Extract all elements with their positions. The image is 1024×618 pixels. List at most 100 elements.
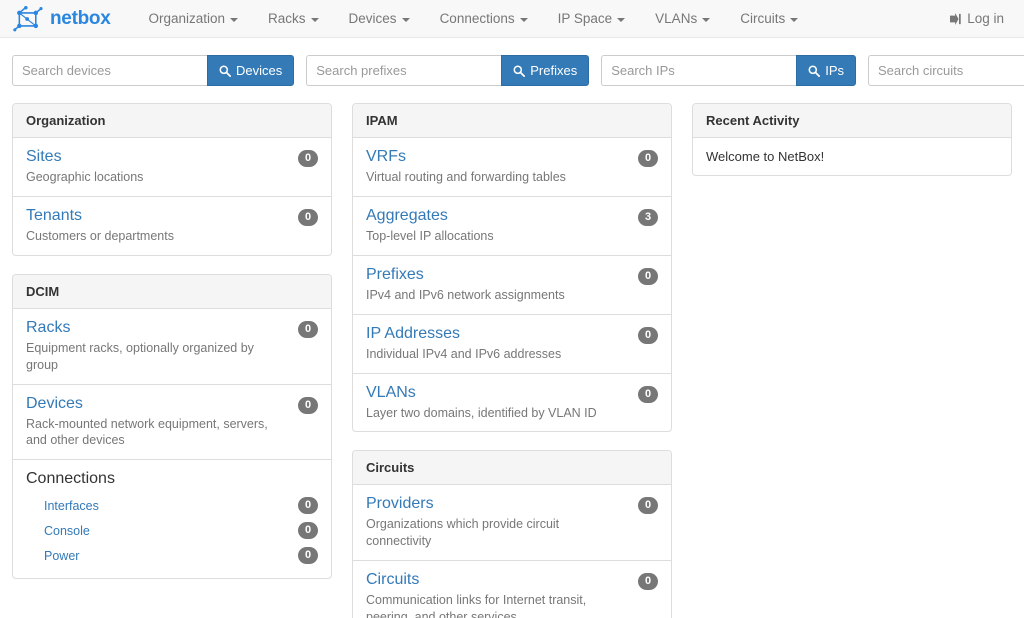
list-item-vlans[interactable]: VLANs Layer two domains, identified by V… <box>353 374 671 432</box>
panel-circuits: Circuits Providers Organizations which p… <box>352 450 672 618</box>
label-connections: Connections <box>26 470 115 488</box>
search-group-ips: IPs <box>601 55 857 86</box>
search-group-prefixes: Prefixes <box>306 55 590 86</box>
panel-heading-dcim: DCIM <box>13 274 331 309</box>
count-badge-tenants: 0 <box>298 208 318 226</box>
link-sites[interactable]: Sites <box>26 147 62 167</box>
description-sites: Geographic locations <box>26 170 144 184</box>
chevron-down-icon <box>790 17 799 22</box>
link-console[interactable]: Console <box>44 524 90 538</box>
nav-item-ip-space[interactable]: IP Space <box>543 0 641 37</box>
search-input-ips[interactable] <box>601 55 797 86</box>
description-racks: Equipment racks, optionally organized by… <box>26 340 254 372</box>
list-item-racks[interactable]: Racks Equipment racks, optionally organi… <box>13 309 331 385</box>
panel-body-organization: Sites Geographic locations 0 Tenants Cus… <box>13 138 331 255</box>
column-right: Recent Activity Welcome to NetBox! <box>692 103 1012 194</box>
search-button-devices[interactable]: Devices <box>207 55 295 86</box>
link-circuits[interactable]: Circuits <box>366 570 419 590</box>
top-navbar: netbox Organization Racks Devices Connec… <box>0 0 1024 38</box>
count-badge-circuits: 0 <box>638 573 658 591</box>
count-badge-ip-addresses: 0 <box>638 326 658 344</box>
column-middle: IPAM VRFs Virtual routing and forwarding… <box>352 103 672 618</box>
panel-recent-activity: Recent Activity Welcome to NetBox! <box>692 103 1012 176</box>
panel-body-circuits: Providers Organizations which provide ci… <box>353 485 671 618</box>
list-item-connections: Connections Interfaces 0 Console 0 Power <box>13 460 331 578</box>
login-link[interactable]: Log in <box>940 0 1014 37</box>
count-badge-prefixes: 0 <box>638 267 658 285</box>
search-button-prefixes[interactable]: Prefixes <box>501 55 590 86</box>
count-badge-sites: 0 <box>298 150 318 167</box>
description-prefixes: IPv4 and IPv6 network assignments <box>366 287 565 302</box>
link-tenants[interactable]: Tenants <box>26 206 82 226</box>
nav-item-label: VLANs <box>655 11 698 26</box>
list-item-tenants[interactable]: Tenants Customers or departments 0 <box>13 197 331 255</box>
link-power[interactable]: Power <box>44 549 79 563</box>
search-group-circuits: Circuits <box>868 55 1024 86</box>
count-badge-providers: 0 <box>638 497 658 515</box>
nav-item-circuits[interactable]: Circuits <box>725 0 813 37</box>
count-badge-aggregates: 3 <box>638 208 658 226</box>
list-item-vrfs[interactable]: VRFs Virtual routing and forwarding tabl… <box>353 138 671 197</box>
panel-organization: Organization Sites Geographic locations … <box>12 103 332 256</box>
nav-item-label: Circuits <box>740 11 786 26</box>
panel-heading-recent-activity: Recent Activity <box>693 104 1011 138</box>
sign-in-icon <box>950 12 961 25</box>
count-badge-devices: 0 <box>298 396 318 414</box>
search-input-circuits[interactable] <box>868 55 1024 86</box>
panel-ipam: IPAM VRFs Virtual routing and forwarding… <box>352 103 672 433</box>
panel-heading-organization: Organization <box>13 104 331 138</box>
search-input-devices[interactable] <box>12 55 207 86</box>
list-item-aggregates[interactable]: Aggregates Top-level IP allocations 3 <box>353 197 671 256</box>
description-vrfs: Virtual routing and forwarding tables <box>366 170 566 184</box>
dashboard-columns: Organization Sites Geographic locations … <box>0 86 1024 618</box>
list-item-devices[interactable]: Devices Rack-mounted network equipment, … <box>13 385 331 461</box>
panel-body-dcim: Racks Equipment racks, optionally organi… <box>13 309 331 579</box>
search-button-label: IPs <box>825 63 845 78</box>
list-item-ip-addresses[interactable]: IP Addresses Individual IPv4 and IPv6 ad… <box>353 315 671 374</box>
list-item-sites[interactable]: Sites Geographic locations 0 <box>13 138 331 197</box>
nav-item-racks[interactable]: Racks <box>253 0 334 37</box>
search-button-ips[interactable]: IPs <box>796 55 857 86</box>
nav-item-connections[interactable]: Connections <box>425 0 543 37</box>
count-badge-power: 0 <box>298 547 318 565</box>
panel-body-ipam: VRFs Virtual routing and forwarding tabl… <box>353 138 671 431</box>
sub-item-interfaces[interactable]: Interfaces 0 <box>26 493 318 518</box>
search-button-label: Prefixes <box>530 63 578 78</box>
nav-item-organization[interactable]: Organization <box>133 0 253 37</box>
sub-item-power[interactable]: Power 0 <box>26 543 318 568</box>
search-icon <box>808 65 821 77</box>
nav-item-vlans[interactable]: VLANs <box>640 0 725 37</box>
description-tenants: Customers or departments <box>26 228 174 243</box>
chevron-down-icon <box>230 17 239 22</box>
link-ip-addresses[interactable]: IP Addresses <box>366 324 460 344</box>
list-item-prefixes[interactable]: Prefixes IPv4 and IPv6 network assignmen… <box>353 256 671 315</box>
search-input-prefixes[interactable] <box>306 55 502 86</box>
link-vrfs[interactable]: VRFs <box>366 147 406 167</box>
chevron-down-icon <box>310 17 319 22</box>
link-providers[interactable]: Providers <box>366 494 434 514</box>
nav-item-devices[interactable]: Devices <box>334 0 425 37</box>
chevron-down-icon <box>617 17 626 22</box>
link-aggregates[interactable]: Aggregates <box>366 206 448 226</box>
navbar-right: Log in <box>940 0 1014 37</box>
link-vlans[interactable]: VLANs <box>366 383 416 403</box>
link-devices[interactable]: Devices <box>26 394 83 414</box>
count-badge-console: 0 <box>298 522 318 540</box>
description-aggregates: Top-level IP allocations <box>366 228 494 243</box>
chevron-down-icon <box>519 17 528 22</box>
link-prefixes[interactable]: Prefixes <box>366 265 424 285</box>
list-item-providers[interactable]: Providers Organizations which provide ci… <box>353 485 671 562</box>
search-button-label: Devices <box>236 63 283 78</box>
sub-item-console[interactable]: Console 0 <box>26 518 318 543</box>
brand-logo-link[interactable]: netbox <box>8 0 115 37</box>
column-left: Organization Sites Geographic locations … <box>12 103 332 597</box>
search-bar-row: Devices Prefixes IPs <box>0 38 1024 86</box>
description-providers: Organizations which provide circuit conn… <box>366 517 560 549</box>
count-badge-interfaces: 0 <box>298 497 318 515</box>
search-icon <box>219 65 231 77</box>
link-racks[interactable]: Racks <box>26 318 70 338</box>
link-interfaces[interactable]: Interfaces <box>44 499 99 513</box>
list-item-circuits[interactable]: Circuits Communication links for Interne… <box>353 561 671 618</box>
chevron-down-icon <box>702 17 711 22</box>
description-devices: Rack-mounted network equipment, servers,… <box>26 416 268 448</box>
